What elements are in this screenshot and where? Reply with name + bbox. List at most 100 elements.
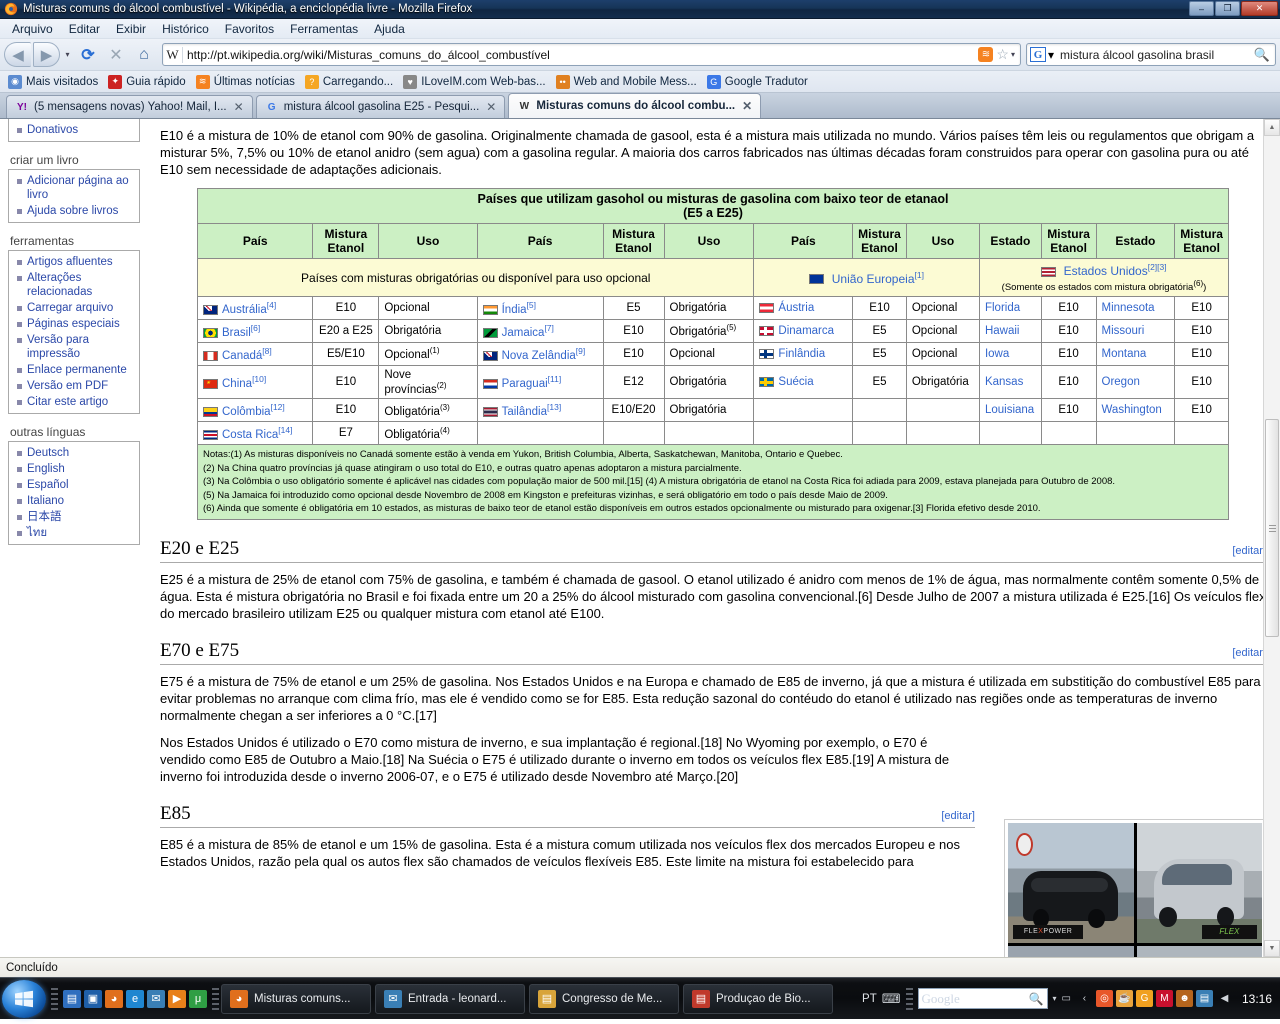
sidebar-item-label[interactable]: ไทย (27, 526, 47, 540)
scrollbar-thumb[interactable] (1265, 419, 1279, 637)
sidebar-item-label[interactable]: Páginas especiais (27, 317, 120, 331)
menu-ajuda[interactable]: Ajuda (366, 20, 413, 38)
reload-button[interactable]: ⟳ (75, 42, 101, 68)
language-indicator[interactable]: PT (862, 993, 877, 1005)
sidebar-item-label[interactable]: English (27, 462, 65, 476)
country-link[interactable]: Colômbia (222, 406, 271, 418)
bookmark-item-2[interactable]: ≋ Últimas notícias (192, 74, 301, 90)
reference-link[interactable]: [8] (262, 346, 271, 356)
reference-link[interactable]: [9] (576, 346, 585, 356)
browser-tab-2[interactable]: W Misturas comuns do álcool combu... ✕ (508, 93, 762, 118)
sidebar-item-english[interactable]: English (9, 461, 139, 477)
media-player-icon[interactable]: ▶ (168, 989, 186, 1008)
reference-link[interactable]: [4] (267, 300, 276, 310)
state-link[interactable]: Washington (1102, 404, 1162, 416)
country-link[interactable]: Dinamarca (778, 325, 834, 337)
taskbar-button-0[interactable]: ◕ Misturas comuns... (221, 983, 371, 1014)
edit-link[interactable]: [editar] (1232, 545, 1266, 557)
history-dropdown-icon[interactable]: ▾ (62, 50, 73, 59)
home-button[interactable]: ⌂ (131, 42, 157, 68)
sidebar-item-label[interactable]: Adicionar página ao livro (27, 174, 135, 202)
sidebar-item-ajuda-sobre-livros[interactable]: Ajuda sobre livros (9, 203, 139, 219)
bookmark-item-4[interactable]: ♥ ILoveIM.com Web-bas... (399, 74, 551, 90)
address-bar[interactable]: W http://pt.wikipedia.org/wiki/Misturas_… (162, 43, 1021, 66)
reference-link[interactable]: [6] (251, 323, 260, 333)
band-us-ref[interactable]: [2][3] (1148, 262, 1167, 272)
sidebar-item-label[interactable]: Citar este artigo (27, 395, 108, 409)
sidebar-item-label[interactable]: Ajuda sobre livros (27, 204, 118, 218)
stop-button[interactable]: ✕ (103, 42, 129, 68)
country-link[interactable]: China (222, 378, 252, 390)
browser-tab-1[interactable]: Gmistura álcool gasolina E25 - Pesqui...… (255, 95, 506, 118)
reference-link[interactable]: [14] (278, 425, 292, 435)
forward-button[interactable]: ▶ (33, 42, 60, 67)
reference-link[interactable]: [13] (547, 402, 561, 412)
google-icon[interactable]: G (1135, 990, 1153, 1007)
state-link[interactable]: Iowa (985, 348, 1009, 360)
country-link[interactable]: Jamaica (502, 327, 545, 339)
country-link[interactable]: Austrália (222, 304, 267, 316)
sidebar-item-[interactable]: ไทย (9, 525, 139, 541)
quicklaunch-grip-left[interactable] (51, 986, 58, 1012)
country-link[interactable]: Nova Zelândia (502, 350, 576, 362)
avatar-icon[interactable]: ☻ (1175, 990, 1193, 1007)
browser-tab-0[interactable]: Y! (5 mensagens novas) Yahoo! Mail, I... ✕ (6, 95, 253, 118)
tab-close-icon[interactable]: ✕ (486, 100, 496, 114)
start-button[interactable] (2, 979, 46, 1018)
show-desktop-icon[interactable]: ▤ (63, 989, 81, 1008)
band-us-link[interactable]: Estados Unidos (1064, 264, 1148, 278)
google-search-engine-icon[interactable]: G (1030, 47, 1046, 62)
minimize-button[interactable]: – (1189, 1, 1214, 16)
edit-link[interactable]: [editar] (941, 810, 975, 822)
clock[interactable]: 13:16 (1242, 992, 1272, 1006)
quicklaunch-grip-right[interactable] (212, 986, 219, 1012)
bookmark-item-1[interactable]: ✦ Guia rápido (104, 74, 191, 90)
sidebar-item-espa-ol[interactable]: Español (9, 477, 139, 493)
state-link[interactable]: Louisiana (985, 404, 1034, 416)
menu-editar[interactable]: Editar (61, 20, 108, 38)
flex-vehicles-thumbnail[interactable]: FLE X POWER FLEX (1004, 819, 1266, 957)
mcafee-icon[interactable]: M (1155, 990, 1173, 1007)
sidebar-item-adicionar-p-gina-ao-livro[interactable]: Adicionar página ao livro (9, 173, 139, 203)
search-engine-chevron-icon[interactable]: ▾ (1048, 48, 1054, 62)
tab-close-icon[interactable]: ✕ (234, 100, 244, 114)
sidebar-item-donativos[interactable]: Donativos (9, 122, 139, 138)
app-icon[interactable]: μ (189, 989, 207, 1008)
sidebar-item-label[interactable]: Italiano (27, 494, 64, 508)
address-bar-text[interactable]: http://pt.wikipedia.org/wiki/Misturas_co… (187, 48, 978, 62)
state-link[interactable]: Oregon (1102, 376, 1140, 388)
menu-historico[interactable]: Histórico (154, 20, 217, 38)
bookmark-item-6[interactable]: G Google Tradutor (703, 74, 814, 90)
sidebar-item-carregar-arquivo[interactable]: Carregar arquivo (9, 300, 139, 316)
bookmark-item-0[interactable]: ◉ Mais visitados (4, 74, 104, 90)
tray-grip[interactable] (905, 986, 913, 1012)
chevron-down-icon[interactable]: ▾ (1053, 994, 1057, 1003)
sidebar-item-label[interactable]: Deutsch (27, 446, 69, 460)
sidebar-item-label[interactable]: Alterações relacionadas (27, 271, 135, 299)
country-link[interactable]: Costa Rica (222, 429, 278, 441)
sidebar-item-label[interactable]: Versão em PDF (27, 379, 108, 393)
menu-ferramentas[interactable]: Ferramentas (282, 20, 366, 38)
sidebar-item-p-ginas-especiais[interactable]: Páginas especiais (9, 316, 139, 332)
state-link[interactable]: Minnesota (1102, 302, 1155, 314)
sidebar-item-label[interactable]: Donativos (27, 123, 78, 137)
tab-close-icon[interactable]: ✕ (742, 99, 752, 113)
scroll-down-button[interactable]: ▼ (1264, 940, 1280, 957)
country-link[interactable]: Tailândia (502, 406, 547, 418)
rss-icon[interactable]: ≋ (978, 47, 994, 62)
state-link[interactable]: Florida (985, 302, 1020, 314)
chevron-up-icon[interactable]: ‹ (1076, 990, 1093, 1007)
sidebar-item-citar-este-artigo[interactable]: Citar este artigo (9, 394, 139, 410)
taskbar-button-2[interactable]: ▤ Congresso de Me... (529, 983, 679, 1014)
window-switch-icon[interactable]: ▣ (84, 989, 102, 1008)
band-eu-ref[interactable]: [1] (915, 270, 924, 280)
country-link[interactable]: Índia (502, 304, 527, 316)
country-link[interactable]: Canadá (222, 350, 262, 362)
sidebar-item-label[interactable]: Artigos afluentes (27, 255, 113, 269)
close-button[interactable]: ✕ (1241, 1, 1278, 16)
sidebar-item-[interactable]: 日本語 (9, 509, 139, 525)
state-link[interactable]: Missouri (1102, 325, 1145, 337)
monitor-icon[interactable]: ▭ (1062, 993, 1071, 1004)
sidebar-item-vers-o-para-impress-o[interactable]: Versão para impressão (9, 332, 139, 362)
network-icon[interactable]: ▤ (1195, 990, 1213, 1007)
